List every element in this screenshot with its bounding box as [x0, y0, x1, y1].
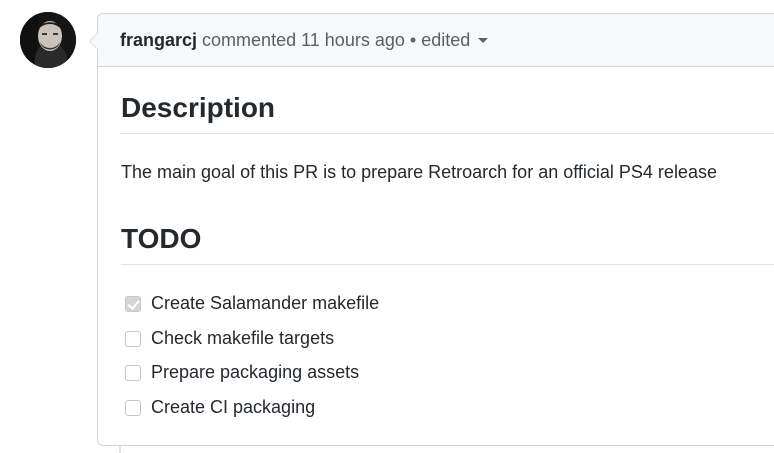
comment-action: commented: [202, 30, 297, 50]
comment-box: frangarcj commented 11 hours ago • edite…: [89, 13, 774, 446]
meta-separator: •: [409, 30, 417, 50]
checkbox-checked-icon[interactable]: [125, 296, 141, 312]
checkbox-unchecked-icon[interactable]: [125, 330, 141, 347]
description-paragraph: The main goal of this PR is to prepare R…: [121, 162, 717, 182]
task-list-item: Check makefile targets: [125, 328, 379, 363]
author-link[interactable]: frangarcj: [120, 30, 197, 50]
heading-divider: [121, 264, 774, 265]
comment-pointer-fill: [90, 33, 98, 49]
task-list: Create Salamander makefile Check makefil…: [125, 293, 379, 431]
task-list-item: Create Salamander makefile: [125, 293, 379, 328]
task-list-item: Prepare packaging assets: [125, 362, 379, 397]
edited-dropdown[interactable]: edited: [421, 30, 489, 50]
task-label: Prepare packaging assets: [151, 362, 360, 382]
todo-heading: TODO: [121, 223, 202, 254]
comment-meta: frangarcj commented 11 hours ago • edite…: [120, 30, 489, 51]
task-label: Create CI packaging: [151, 396, 316, 417]
caret-down-icon: [478, 37, 489, 43]
avatar[interactable]: [20, 12, 76, 68]
checkbox-unchecked-icon[interactable]: [125, 365, 141, 381]
comment-timestamp[interactable]: 11 hours ago: [301, 30, 405, 50]
task-label: Check makefile targets: [151, 327, 335, 348]
comment-header: frangarcj commented 11 hours ago • edite…: [98, 14, 774, 67]
description-heading: Description: [121, 92, 276, 123]
checkbox-unchecked-icon[interactable]: [125, 399, 141, 416]
edited-label: edited: [421, 30, 471, 50]
task-label: Create Salamander makefile: [151, 293, 380, 313]
heading-divider: [121, 133, 774, 134]
task-list-item: Create CI packaging: [125, 397, 379, 432]
user-avatar-icon: [20, 12, 76, 68]
